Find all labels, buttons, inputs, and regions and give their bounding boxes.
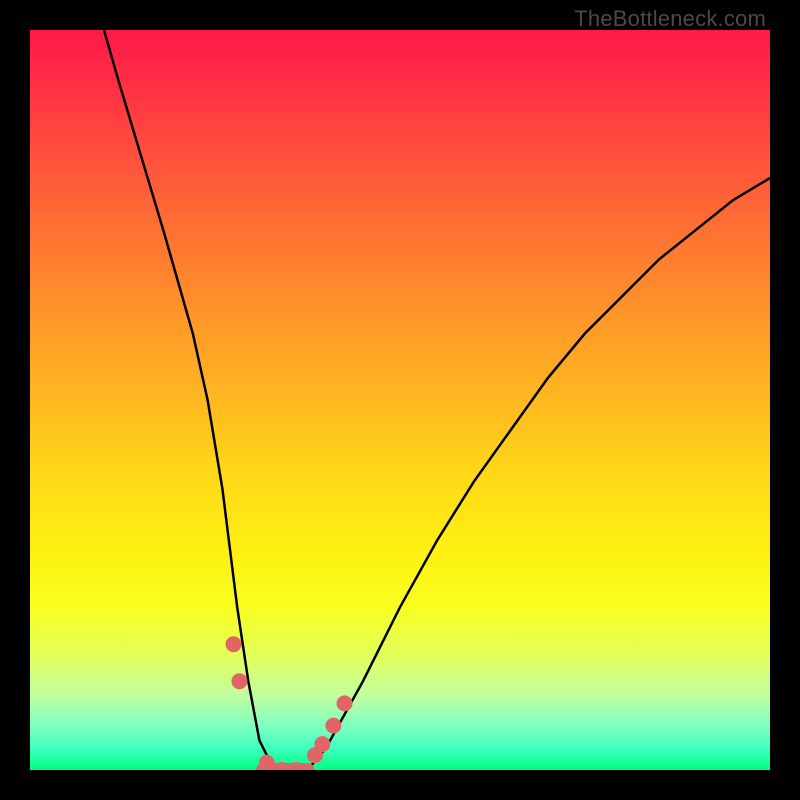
marker-dot — [231, 673, 247, 689]
marker-dot — [259, 755, 275, 770]
marker-dot — [226, 636, 242, 652]
curve-svg — [30, 30, 770, 770]
bottleneck-curve — [104, 30, 770, 770]
marker-dot — [314, 736, 330, 752]
chart-frame: TheBottleneck.com — [0, 0, 800, 800]
plot-area — [30, 30, 770, 770]
watermark-text: TheBottleneck.com — [574, 6, 766, 32]
marker-dot — [325, 718, 341, 734]
marker-dot — [337, 695, 353, 711]
